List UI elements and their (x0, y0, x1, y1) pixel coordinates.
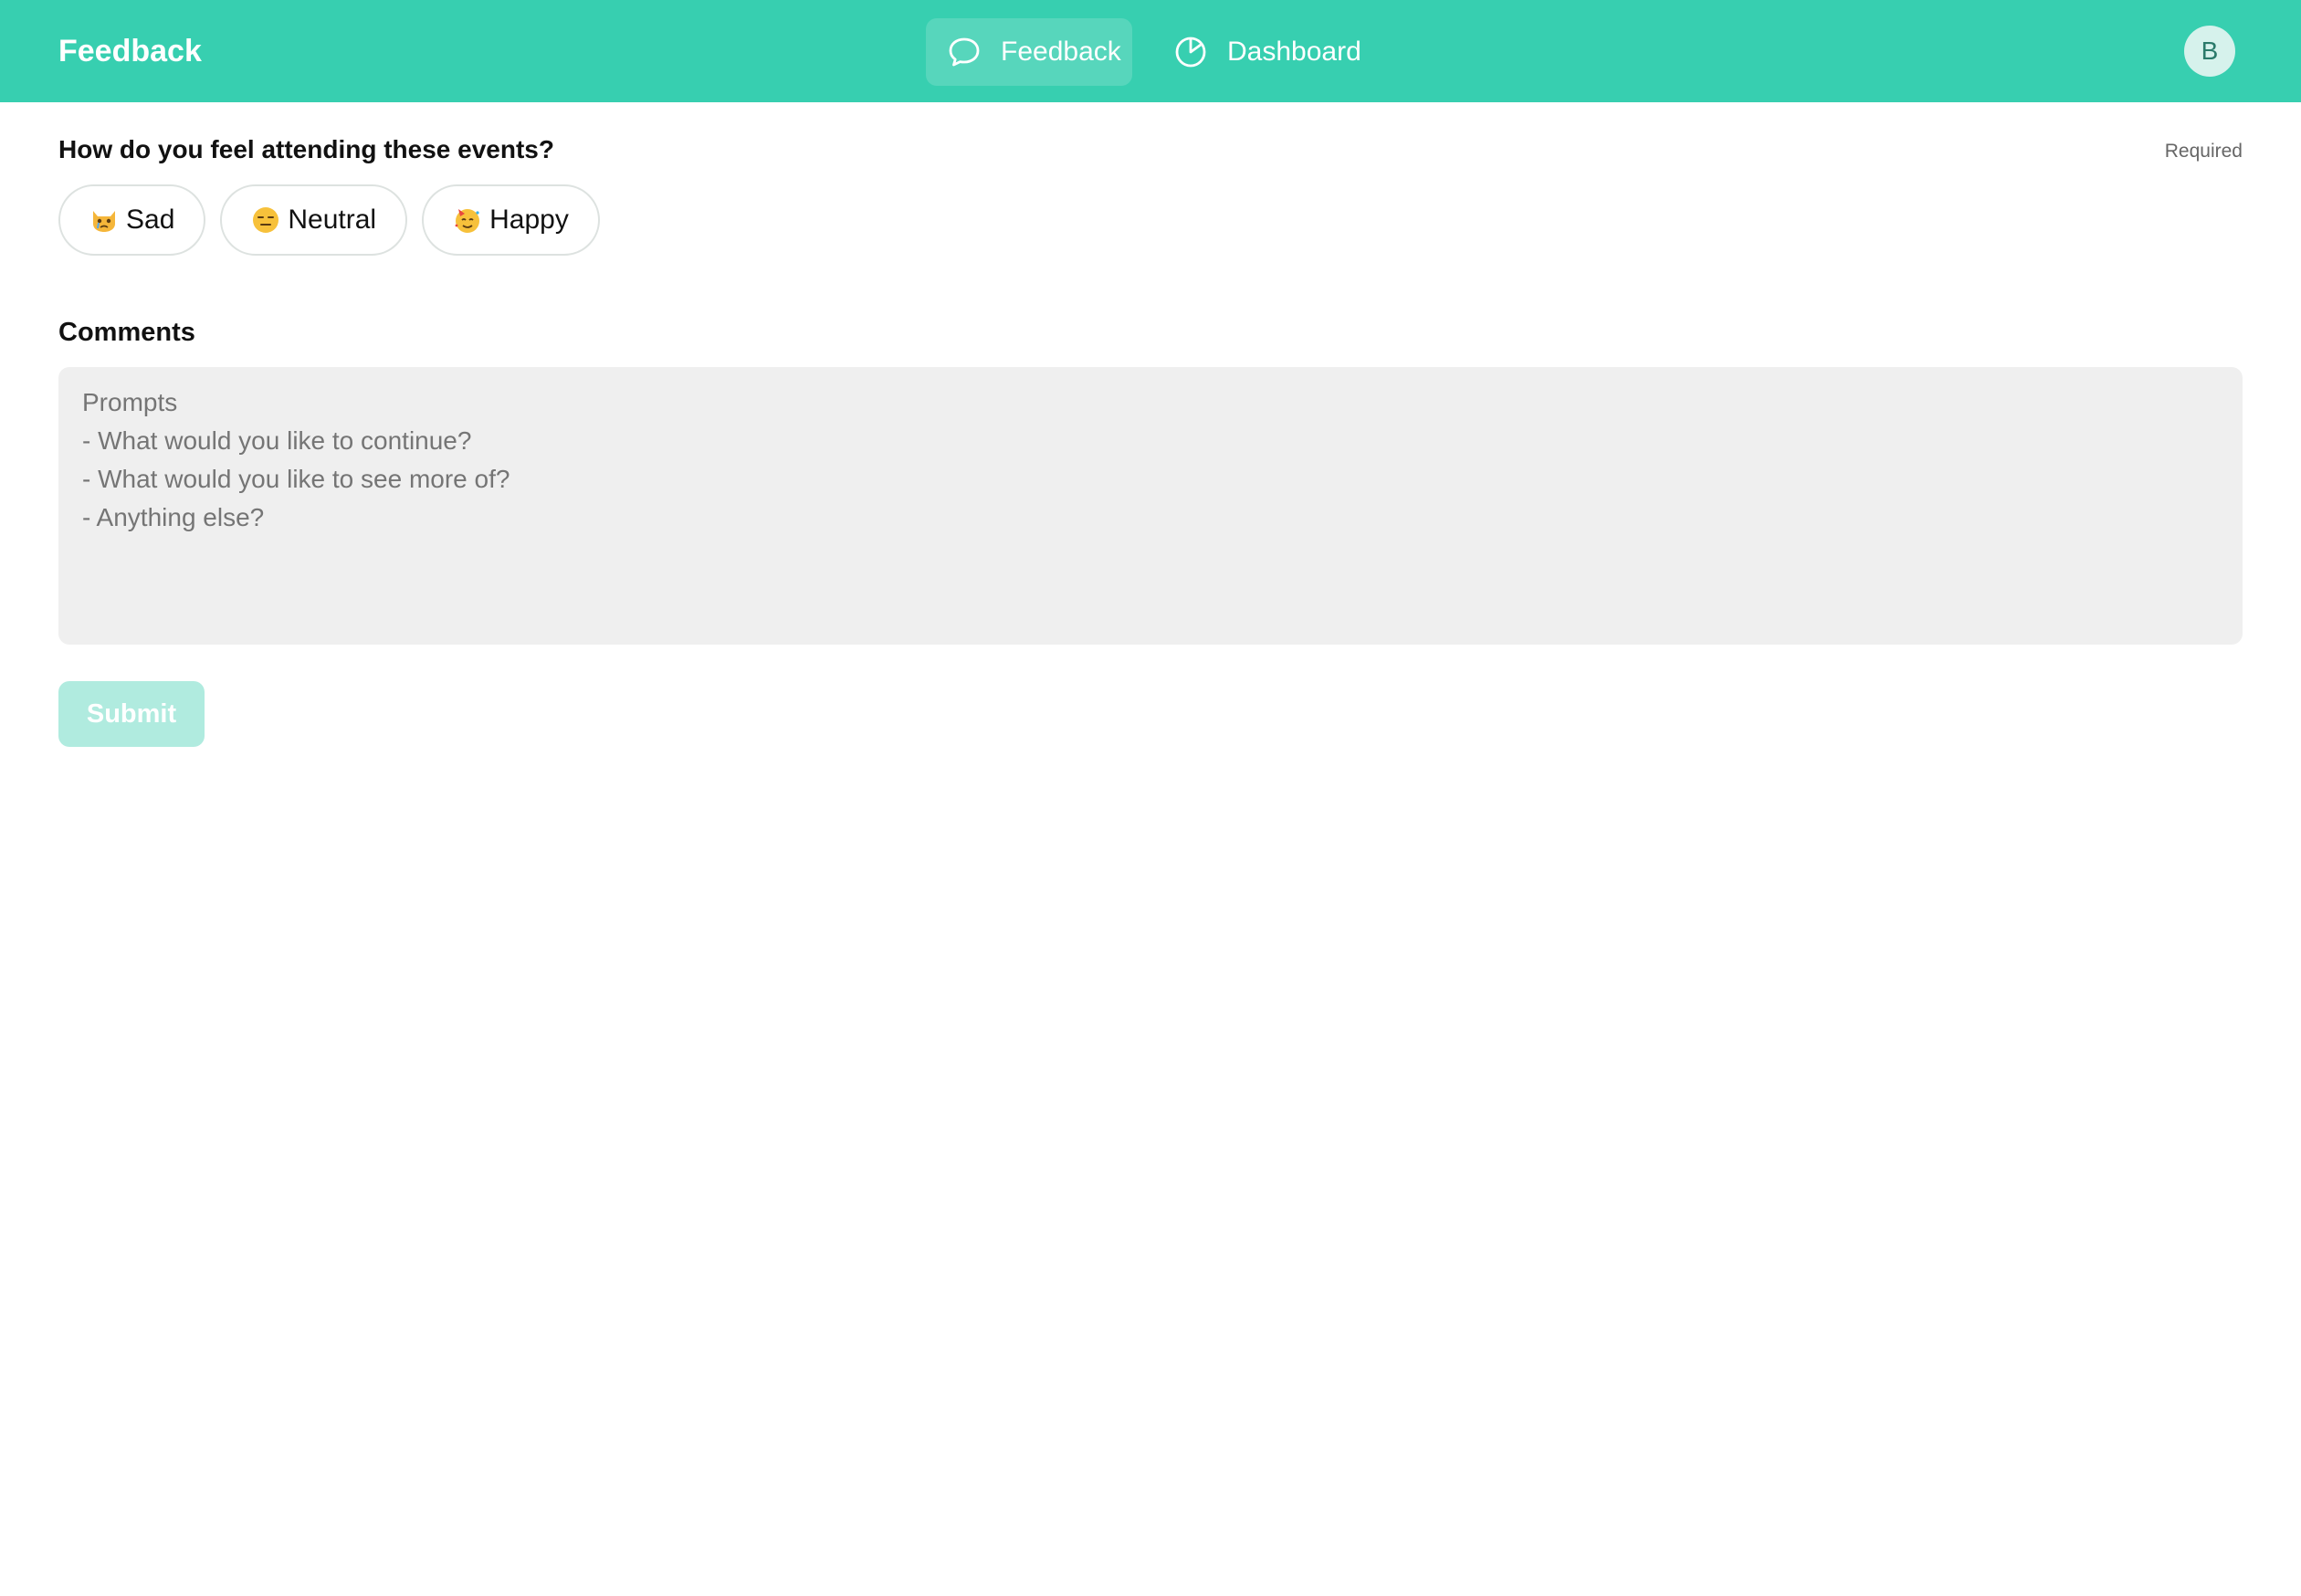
nav-dashboard[interactable]: Dashboard (1158, 18, 1377, 86)
choice-happy-label: Happy (489, 205, 569, 235)
nav-feedback-label: Feedback (1001, 37, 1121, 67)
chat-bubble-icon (946, 34, 982, 70)
choice-neutral-button[interactable]: Neutral (220, 184, 408, 256)
choice-neutral-label: Neutral (288, 205, 377, 235)
nav-dashboard-label: Dashboard (1227, 37, 1361, 67)
required-indicator: Required (2164, 141, 2243, 162)
avatar[interactable]: B (2184, 26, 2235, 77)
nav-feedback[interactable]: Feedback (926, 18, 1132, 86)
pie-chart-icon (1172, 34, 1209, 70)
question-heading: How do you feel attending these events? (58, 135, 554, 163)
comments-label: Comments (58, 318, 195, 347)
expressionless-face-emoji-icon (251, 205, 280, 235)
comments-textarea[interactable] (58, 367, 2243, 645)
crying-cat-emoji-icon (89, 205, 119, 235)
party-face-emoji-icon (453, 205, 482, 235)
feeling-choice-group: Sad Neutral Happy (58, 184, 615, 256)
brand-title[interactable]: Feedback (58, 31, 202, 71)
choice-happy-button[interactable]: Happy (422, 184, 600, 256)
top-navigation-bar: Feedback Feedback Dashboard B (0, 0, 2301, 102)
choice-sad-button[interactable]: Sad (58, 184, 206, 256)
submit-button[interactable]: Submit (58, 681, 205, 747)
choice-sad-label: Sad (126, 205, 175, 235)
